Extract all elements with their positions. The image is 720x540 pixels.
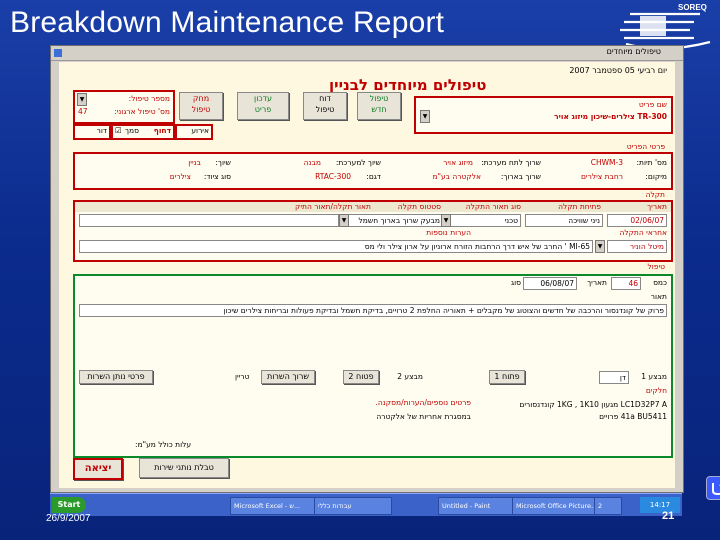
treatment-subheader: תאור	[650, 292, 667, 301]
window-title: טיפולים מיוחדים	[606, 47, 661, 56]
delete-treatment-button[interactable]: מחק טיפול	[179, 92, 223, 120]
start-button[interactable]: Start	[52, 497, 86, 513]
treatment-cost[interactable]: 46	[611, 277, 641, 290]
system-box: שם פריט TR-300 צילרים-שיכון מיזוג אויר ▼	[414, 96, 673, 134]
treatment-type-label: סוג	[510, 278, 521, 287]
malfunction-status[interactable]: מבעק שרוך בארוך חשמל	[339, 214, 443, 227]
treatment-cost-label: כמס	[653, 278, 667, 287]
taskbar-item-general[interactable]: עבודות כללי	[314, 497, 392, 515]
urgent-flag[interactable]: דחוף סמך ☑	[111, 124, 175, 140]
parts-value: LC1D32P7 A מגעון 1KG , 1K10 קונדנסורים	[519, 400, 667, 409]
warranty-note: במסגרת אחריות של אלקטרה	[376, 412, 471, 421]
system-label: שם פריט	[638, 100, 667, 109]
performer-1-value[interactable]: דן	[599, 371, 629, 384]
urgent-checkbox[interactable]: ☑	[115, 126, 122, 135]
treatment-date[interactable]: 06/08/07	[523, 277, 577, 290]
malfunction-extra-label: הערות נוספות	[426, 228, 471, 237]
malfunction-type[interactable]: טכני	[447, 214, 521, 227]
app-window: טיפולים מיוחדים יום רביעי 05 ספטמבר 2007…	[50, 45, 684, 493]
treatment-number-label: מספר טיפול:	[128, 94, 170, 103]
return-arrow-icon[interactable]	[706, 476, 720, 500]
malfunction-type-dropdown[interactable]: ▼	[441, 214, 451, 227]
org-treatment-number-label: מס' טיפול ארגוני:	[114, 107, 170, 116]
treatment-box: כמס 46 תאריך 06/08/07 סוג תאור פרוק של ק…	[73, 274, 673, 458]
taskbar: Start Microsoft Excel - ש... עבודות כללי…	[50, 493, 682, 516]
logo-text: SOREQ	[678, 3, 707, 12]
treatment-date-label: תאריך	[587, 278, 607, 287]
malfunction-date[interactable]: 02/06/07	[607, 214, 667, 227]
malfunction-description[interactable]	[79, 214, 339, 227]
malfunction-opened-by[interactable]: ניני שוויכה	[525, 214, 603, 227]
slide-date: 26/9/2007	[46, 513, 91, 524]
malfunction-status-dropdown[interactable]: ▼	[339, 214, 349, 227]
maintenance-form: יום רביעי 05 ספטמבר 2007 טיפולים מיוחדים…	[59, 62, 675, 488]
door-flag[interactable]: דור	[73, 124, 111, 140]
treatment-report-button[interactable]: דוח טיפול	[303, 92, 347, 120]
total-cost-label: עלות כולל מע"מ:	[135, 440, 192, 449]
service-link-button[interactable]: שרוך השרות	[261, 370, 315, 384]
taskbar-item-picture[interactable]: Microsoft Office Picture...	[512, 497, 598, 515]
event-flag[interactable]: אירוע	[175, 124, 213, 140]
performer-1: מבצע 1	[641, 372, 667, 381]
taskbar-item-count[interactable]: 2	[594, 497, 622, 515]
window-title-bar[interactable]: טיפולים מיוחדים	[51, 46, 683, 61]
taskbar-item-paint[interactable]: Untitled - Paint	[438, 497, 516, 515]
system-value[interactable]: TR-300 צילרים-שיכון מיזוג אויר	[554, 112, 667, 121]
malfunction-header: תקלה	[645, 190, 665, 199]
slide-page-number: 21	[662, 510, 675, 522]
contractor-table-button[interactable]: טבלת נותני שירות	[139, 458, 229, 478]
item-details-box: מס' תיות: CHWM-3 שרוך לתח מערכת: מיזוג א…	[73, 152, 673, 190]
treatment-number-value: 47	[78, 107, 88, 116]
form-title: טיפולים מיוחדים לבניין	[329, 76, 487, 94]
malfunction-responsible-dropdown[interactable]: ▼	[595, 240, 605, 253]
malfunction-responsible-label: אחראי התקלה	[619, 228, 667, 237]
service-provider-name: טריין	[235, 372, 250, 381]
item-details-header: פרטי הפריט	[626, 142, 665, 151]
form-date: יום רביעי 05 ספטמבר 2007	[569, 66, 667, 75]
update-item-button[interactable]: עדכון פריט	[237, 92, 289, 120]
window-icon	[54, 49, 62, 57]
treatment-number-dropdown[interactable]: ▼	[77, 93, 87, 106]
malfunction-responsible[interactable]: מיטל הוניר	[607, 240, 667, 253]
treatment-description[interactable]: פרוק של קונדנסור והרכבה של חדשים והצוטוג…	[79, 304, 667, 317]
system-dropdown[interactable]: ▼	[420, 110, 430, 123]
malfunction-box: תאריך פתיחת תקלה סוג תאור התקלה סטטוס תק…	[73, 200, 673, 262]
parts-value-2: 41a BU5411 פרויים	[599, 412, 667, 421]
taskbar-item-excel[interactable]: Microsoft Excel - ש...	[230, 497, 318, 515]
treatment-header: טיפול	[647, 262, 665, 271]
open-2-button[interactable]: פטוח 2	[343, 370, 379, 384]
malfunction-columns: תאריך פתיחת תקלה סוג תאור התקלה סטטוס תק…	[75, 202, 671, 212]
slide-title: Breakdown Maintenance Report	[10, 6, 445, 39]
performer-2: מבצע 2	[397, 372, 423, 381]
new-treatment-button[interactable]: טיפול חדש	[357, 92, 401, 120]
open-1-button[interactable]: פתוח 1	[489, 370, 525, 384]
treatment-number-box: מספר טיפול: מס' טיפול ארגוני: 47 ▼	[73, 90, 175, 124]
parts-notes-header: פרטים נוספים/הערות/מסקנה.	[375, 398, 472, 407]
malfunction-extra-notes[interactable]: MI-65 ' החרב של איש דרך הרחבות הזורח ארו…	[79, 240, 593, 253]
service-provider-details-button[interactable]: פרטי נותן השרות	[79, 370, 153, 384]
exit-button[interactable]: יציאה	[73, 458, 123, 480]
parts-label: חלקים	[645, 386, 667, 395]
